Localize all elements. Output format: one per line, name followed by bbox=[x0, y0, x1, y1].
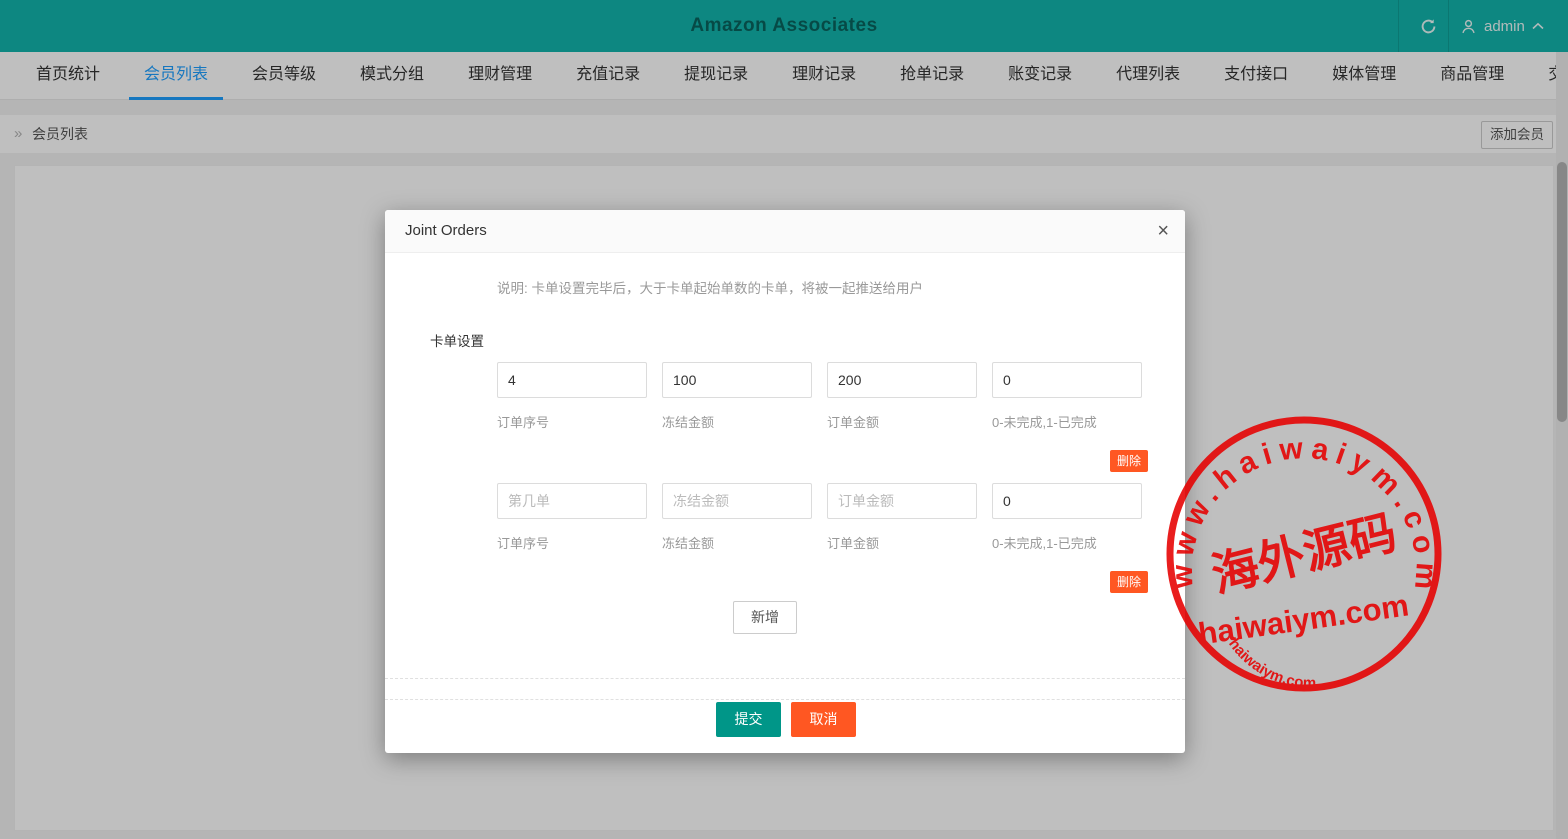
close-icon[interactable]: × bbox=[1157, 219, 1169, 243]
dashed-divider bbox=[385, 678, 1185, 679]
card-order-field[interactable] bbox=[992, 362, 1142, 398]
submit-button[interactable]: 提交 bbox=[716, 702, 781, 737]
add-row-button[interactable]: 新增 bbox=[733, 601, 797, 634]
field-label: 订单序号 bbox=[497, 412, 549, 431]
field-label: 0-未完成,1-已完成 bbox=[992, 412, 1097, 431]
card-order-field[interactable] bbox=[827, 483, 977, 519]
joint-orders-modal: Joint Orders × 说明: 卡单设置完毕后，大于卡单起始单数的卡单，将… bbox=[385, 210, 1185, 753]
card-order-settings-label: 卡单设置 bbox=[430, 330, 484, 350]
modal-title: Joint Orders bbox=[405, 210, 487, 252]
field-label: 订单金额 bbox=[827, 533, 879, 552]
modal-note: 说明: 卡单设置完毕后，大于卡单起始单数的卡单，将被一起推送给用户 bbox=[497, 277, 923, 297]
field-label: 冻结金额 bbox=[662, 412, 714, 431]
modal-header: Joint Orders × bbox=[385, 210, 1185, 253]
field-label: 0-未完成,1-已完成 bbox=[992, 533, 1097, 552]
field-label: 订单金额 bbox=[827, 412, 879, 431]
dashed-divider bbox=[385, 699, 1185, 700]
field-label: 订单序号 bbox=[497, 533, 549, 552]
delete-row-button[interactable]: 删除 bbox=[1110, 571, 1148, 593]
card-order-field[interactable] bbox=[992, 483, 1142, 519]
card-order-field[interactable] bbox=[827, 362, 977, 398]
card-order-field[interactable] bbox=[662, 362, 812, 398]
cancel-button[interactable]: 取消 bbox=[791, 702, 856, 737]
field-label: 冻结金额 bbox=[662, 533, 714, 552]
card-order-field[interactable] bbox=[662, 483, 812, 519]
delete-row-button[interactable]: 删除 bbox=[1110, 450, 1148, 472]
card-order-field[interactable] bbox=[497, 362, 647, 398]
card-order-field[interactable] bbox=[497, 483, 647, 519]
